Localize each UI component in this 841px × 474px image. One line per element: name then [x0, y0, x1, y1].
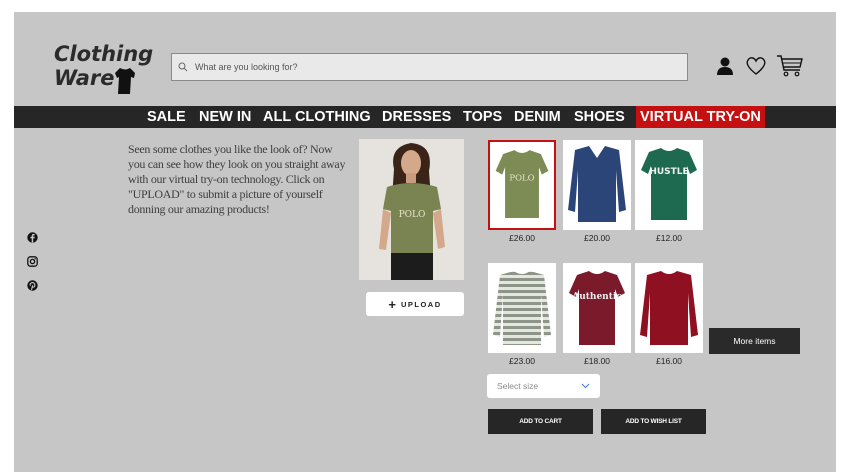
product-price-2: £20.00: [584, 233, 610, 243]
model-photo: POLO: [359, 139, 464, 280]
model-tshirt-print: POLO: [399, 210, 426, 220]
product-print-1: POLO: [509, 172, 534, 182]
try-on-description: Seen some clothes you like the look of? …: [128, 142, 346, 216]
nav-item-all-clothing[interactable]: ALL CLOTHING: [263, 106, 371, 128]
search-input[interactable]: [193, 61, 677, 73]
nav-item-new-in[interactable]: NEW IN: [199, 106, 251, 128]
nav-item-sale[interactable]: SALE: [147, 106, 186, 128]
product-price-6: £16.00: [656, 356, 682, 366]
product-print-3: HUSTLE: [649, 167, 688, 177]
product-price-1: £26.00: [509, 233, 535, 243]
product-card-6[interactable]: [635, 263, 703, 353]
brand-line-1: Clothing: [54, 42, 154, 66]
nav-item-tops[interactable]: TOPS: [463, 106, 502, 128]
product-card-5[interactable]: Authentic: [563, 263, 631, 353]
product-card-1[interactable]: POLO: [488, 140, 556, 230]
chevron-down-icon: [581, 383, 590, 389]
nav-item-shoes[interactable]: SHOES: [574, 106, 625, 128]
brand-line-2: Ware: [54, 66, 115, 90]
search-bar[interactable]: [171, 53, 688, 81]
user-icon[interactable]: [715, 56, 735, 76]
brand-logo[interactable]: Clothing Ware: [54, 42, 154, 94]
page: Clothing Ware SALE NEW IN ALL CLOTHING D…: [14, 12, 836, 472]
upload-label: UPLOAD: [400, 299, 442, 309]
instagram-icon[interactable]: [27, 256, 38, 267]
more-items-button[interactable]: More items: [709, 328, 800, 354]
size-select-label: Select size: [497, 381, 539, 391]
nav-item-dresses[interactable]: DRESSES: [382, 106, 451, 128]
tshirt-logo-icon: [115, 68, 135, 94]
product-price-3: £12.00: [656, 233, 682, 243]
search-icon: [178, 62, 188, 72]
add-to-cart-button[interactable]: ADD TO CART: [488, 409, 593, 434]
product-price-4: £23.00: [509, 356, 535, 366]
product-card-2[interactable]: [563, 140, 631, 230]
pinterest-icon[interactable]: [27, 280, 38, 291]
upload-button[interactable]: + UPLOAD: [366, 292, 464, 316]
add-to-wishlist-button[interactable]: ADD TO WISH LIST: [601, 409, 706, 434]
product-print-5: Authentic: [571, 292, 622, 302]
product-price-5: £18.00: [584, 356, 610, 366]
cart-icon[interactable]: [776, 54, 804, 78]
facebook-icon[interactable]: [27, 232, 38, 243]
nav-item-virtual-try-on[interactable]: VIRTUAL TRY-ON: [636, 106, 765, 128]
product-card-4[interactable]: [488, 263, 556, 353]
product-card-3[interactable]: HUSTLE: [635, 140, 703, 230]
heart-icon[interactable]: [745, 56, 767, 76]
main-nav: SALE NEW IN ALL CLOTHING DRESSES TOPS DE…: [14, 106, 836, 128]
size-select[interactable]: Select size: [487, 374, 600, 398]
nav-item-denim[interactable]: DENIM: [514, 106, 561, 128]
plus-icon: +: [388, 296, 396, 312]
